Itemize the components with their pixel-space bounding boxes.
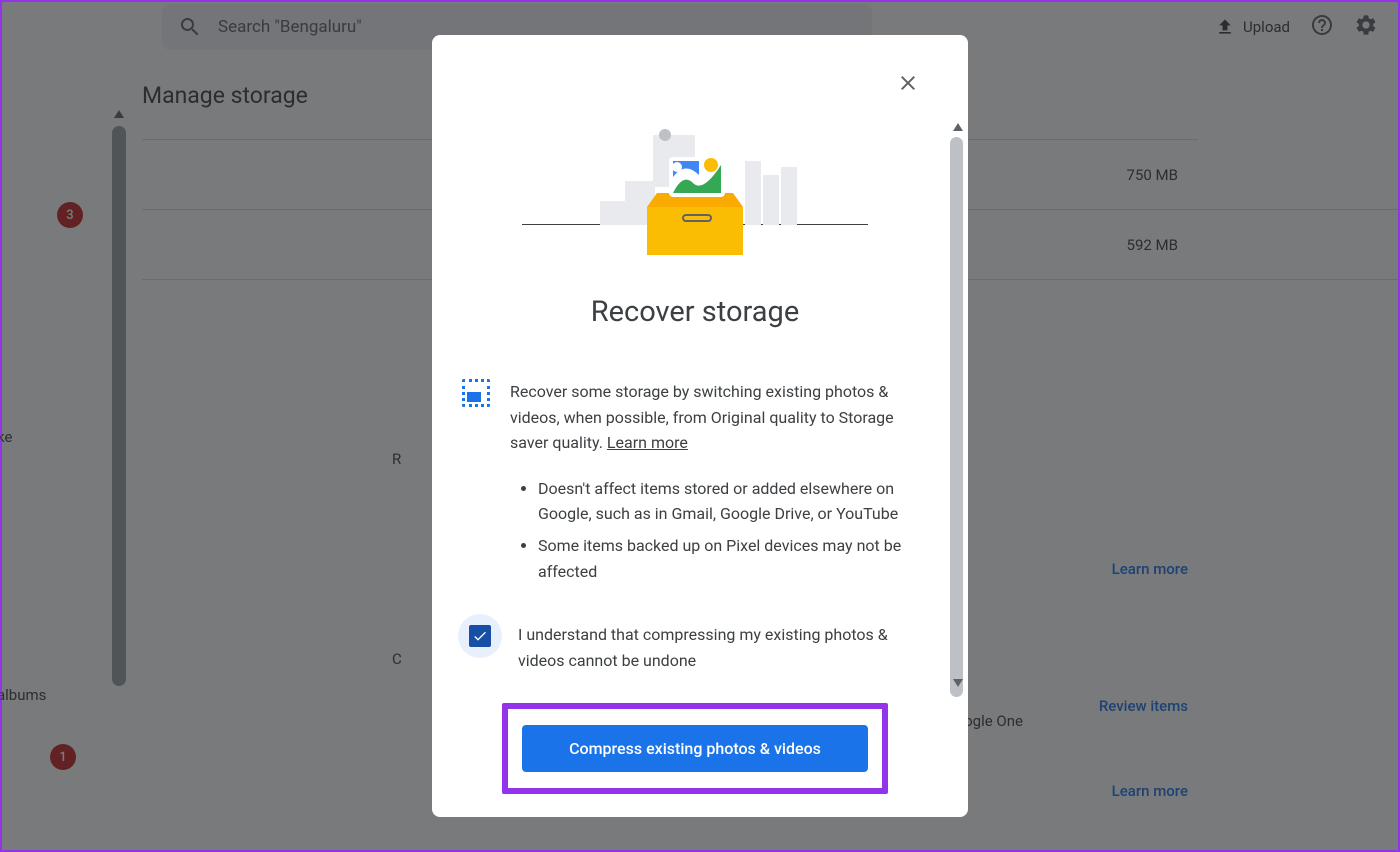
dialog-content: Recover storage Recover some storage by … <box>432 35 968 824</box>
storage-illustration <box>462 105 928 255</box>
recover-storage-dialog: Recover storage Recover some storage by … <box>432 35 968 817</box>
checkbox-container[interactable] <box>458 614 502 658</box>
checkbox-label: I understand that compressing my existin… <box>518 614 928 673</box>
scroll-up-icon <box>953 123 963 131</box>
compress-button[interactable]: Compress existing photos & videos <box>522 725 868 772</box>
consent-checkbox-row: I understand that compressing my existin… <box>462 614 928 673</box>
learn-more-link-dialog[interactable]: Learn more <box>607 433 688 452</box>
photo-compress-icon <box>462 379 490 407</box>
info-row: Recover some storage by switching existi… <box>462 379 928 456</box>
dialog-description: Recover some storage by switching existi… <box>510 379 928 456</box>
bullet-item: Some items backed up on Pixel devices ma… <box>538 533 928 584</box>
close-icon <box>896 71 920 95</box>
description-text: Recover some storage by switching existi… <box>510 382 894 452</box>
consent-checkbox[interactable] <box>469 625 491 647</box>
check-icon <box>472 628 488 644</box>
info-bullets: Doesn't affect items stored or added els… <box>538 476 928 584</box>
bullet-item: Doesn't affect items stored or added els… <box>538 476 928 527</box>
close-button[interactable] <box>896 71 924 99</box>
primary-button-highlight: Compress existing photos & videos <box>502 703 888 794</box>
scroll-thumb[interactable] <box>950 137 963 697</box>
dialog-scrollbar[interactable] <box>950 123 966 687</box>
modal-overlay: Recover storage Recover some storage by … <box>2 2 1398 850</box>
dialog-title: Recover storage <box>462 295 928 329</box>
scroll-down-icon <box>953 679 963 687</box>
